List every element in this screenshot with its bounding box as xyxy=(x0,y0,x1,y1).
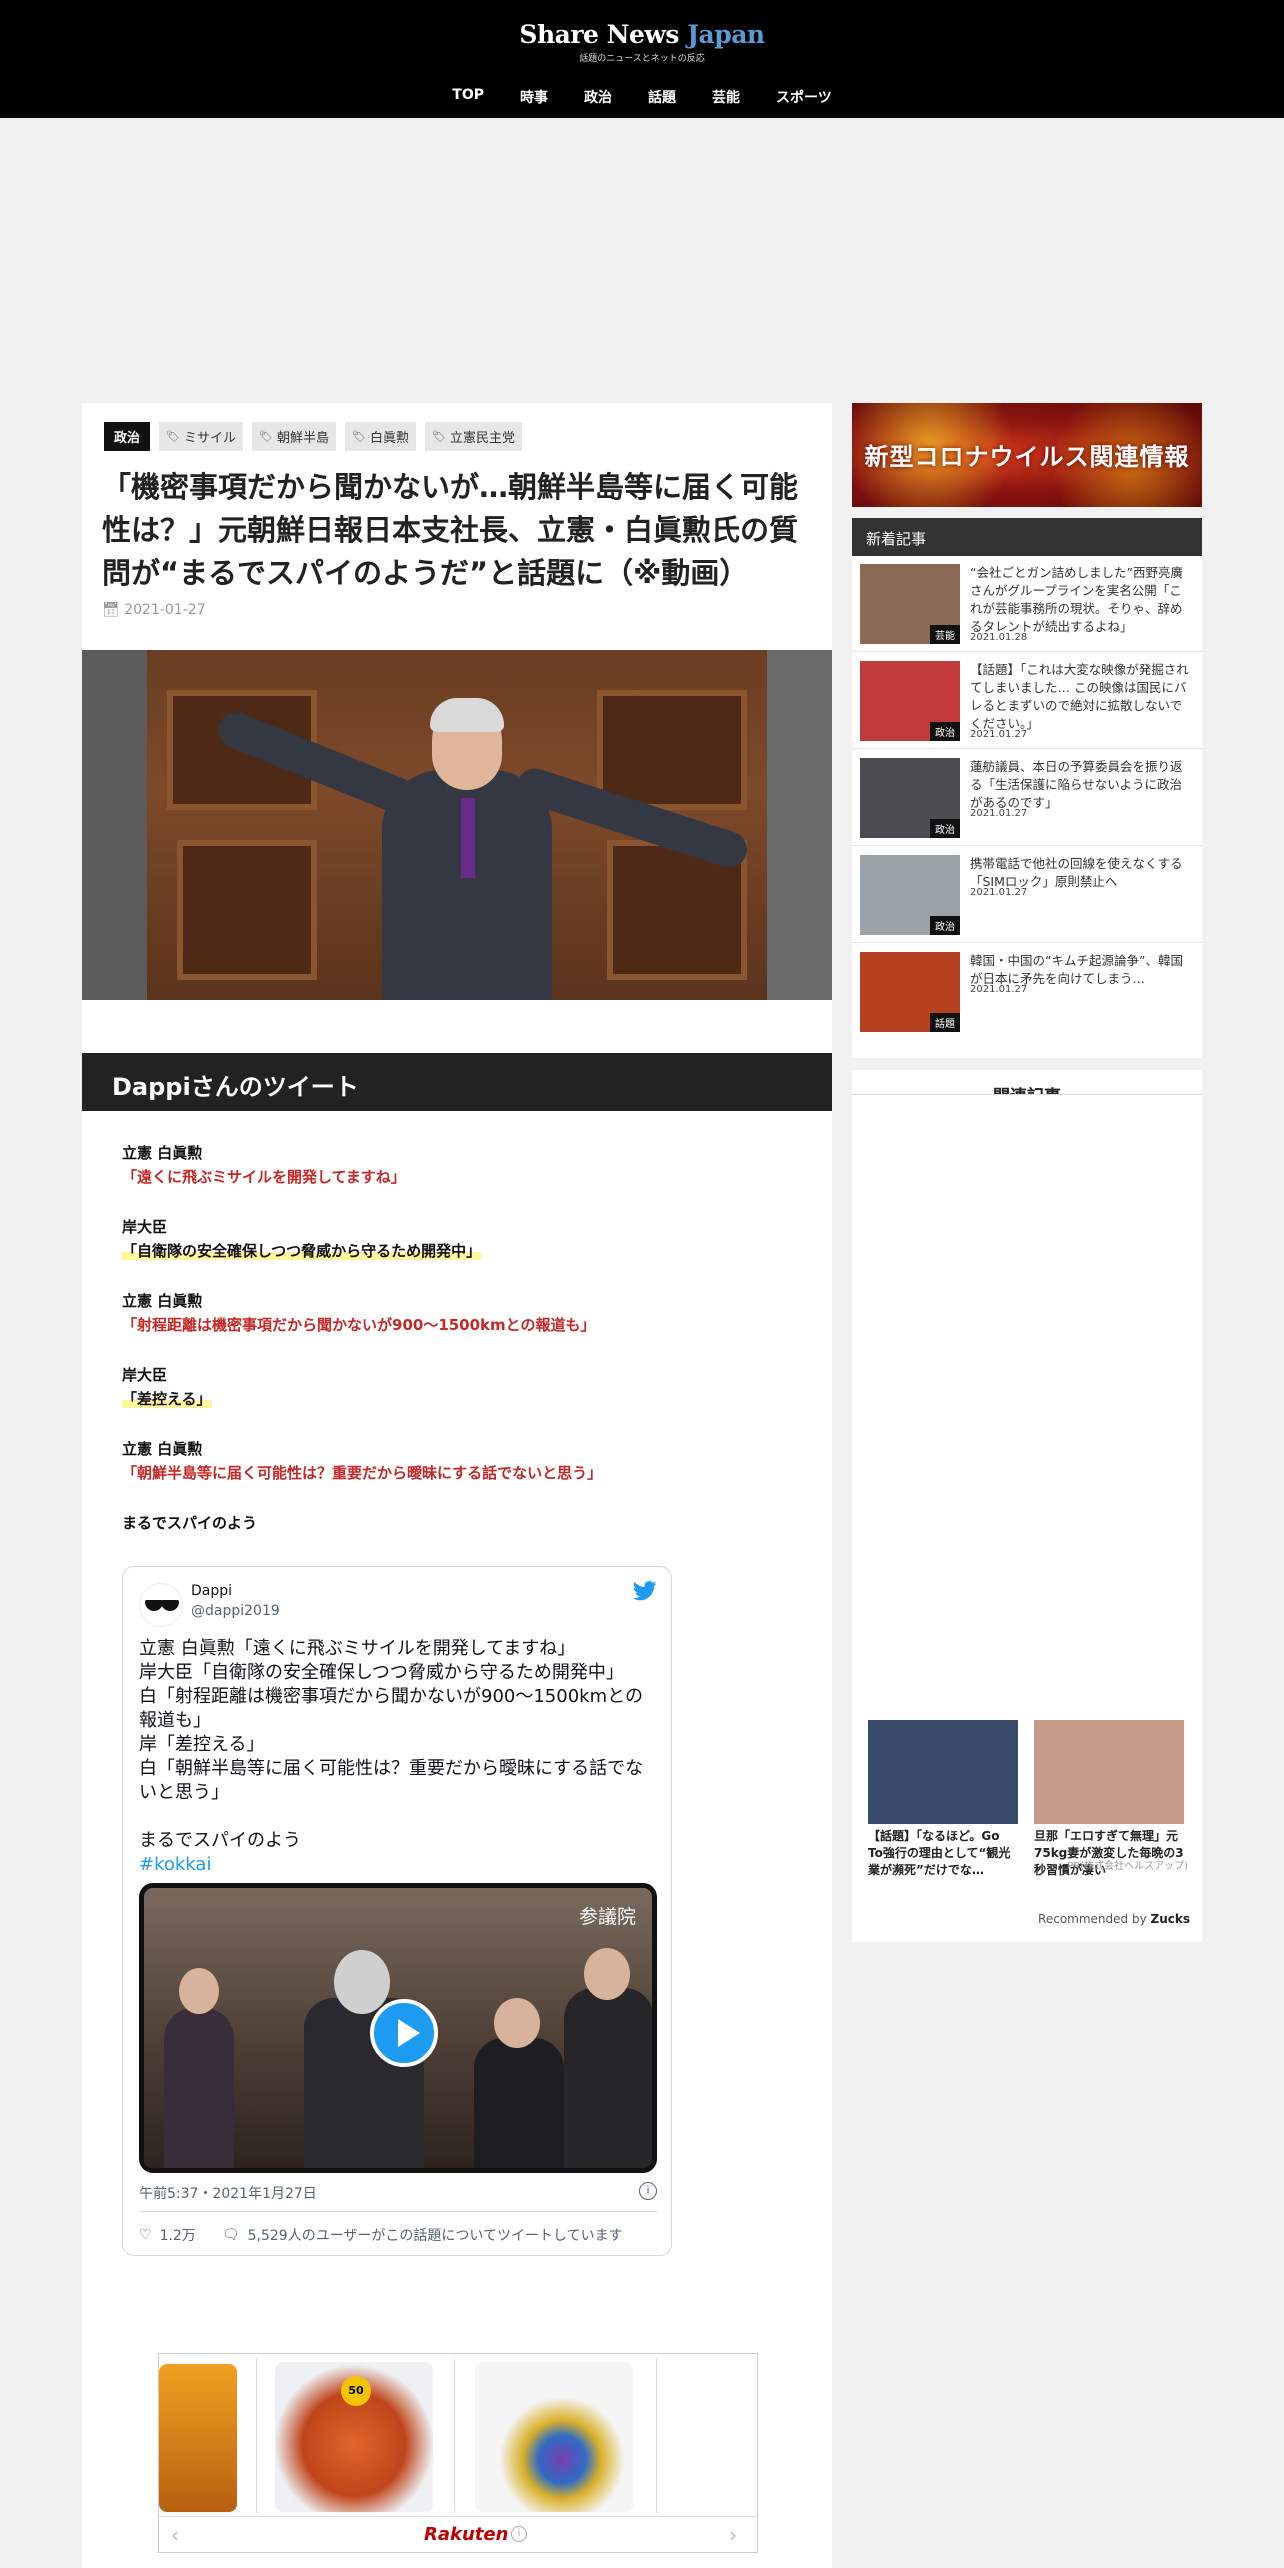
site-logo[interactable]: Share News Japan 話題のニュースとネットの反応 xyxy=(0,20,1284,64)
widget-heading: 新着記事 xyxy=(852,518,1202,556)
news-item[interactable]: 話題 韓国・中国の“キムチ起源論争”、韓国が日本に矛先を向けてしまう… 2021… xyxy=(852,944,1202,1040)
tag-icon: 🏷︎ xyxy=(259,430,273,443)
dialog-speaker: 岸大臣 xyxy=(122,1366,168,1384)
dialog-closing: まるでスパイのよう xyxy=(122,1514,258,1532)
article-date: 📅︎ 2021-01-27 xyxy=(102,602,206,618)
zucks-logo: Zucks xyxy=(1150,1912,1190,1926)
covid-info-banner[interactable]: 新型コロナウイルス関連情報 xyxy=(852,403,1202,507)
discussion-link[interactable]: 🗨︎ 5,529人のユーザーがこの話題についてツイートしています xyxy=(222,2225,623,2245)
site-header: Share News Japan 話題のニュースとネットの反応 TOP 時事 政… xyxy=(0,0,1284,118)
calendar-icon: 📅︎ xyxy=(102,602,125,618)
recommended-by[interactable]: Recommended by Zucks xyxy=(1038,1912,1190,1926)
dialog-transcript: 立憲 白眞勲 「遠くに飛ぶミサイルを開発してますね」 岸大臣 「自衛隊の安全確保… xyxy=(122,1141,792,1535)
recommended-thumbnail xyxy=(1034,1720,1184,1824)
news-thumbnail: 政治 xyxy=(860,855,960,935)
recommended-item[interactable]: 【話題】「なるほど。Go To強行の理由として“観光業が瀕死”だけでな… xyxy=(868,1720,1018,1879)
tag-korean-peninsula[interactable]: 🏷︎ 朝鮮半島 xyxy=(252,422,336,451)
news-item[interactable]: 政治 蓮舫議員、本日の予算委員会を振り返る「生活保護に陥らせないように政治がある… xyxy=(852,750,1202,846)
rakuten-logo[interactable]: Rakuten xyxy=(424,2524,508,2545)
tag-missile[interactable]: 🏷︎ ミサイル xyxy=(159,422,243,451)
news-thumbnail: 政治 xyxy=(860,758,960,838)
recommended-item[interactable]: 旦那「エロすぎて無理」元75kg妻が激変した毎晩の3秒習慣が凄い xyxy=(1034,1720,1184,1879)
dialog-quote: 「遠くに飛ぶミサイルを開発してますね」 xyxy=(122,1168,406,1186)
tag-haku-shinkun[interactable]: 🏷︎ 白眞勲 xyxy=(344,422,416,451)
nav-sports[interactable]: スポーツ xyxy=(758,87,850,107)
dialog-quote: 「差控える」 xyxy=(122,1390,212,1408)
news-item[interactable]: 芸能 “会社ごとガン詰めしました”西野亮廣さんがグループラインを実名公開「これが… xyxy=(852,556,1202,652)
dialog-speaker: 岸大臣 xyxy=(122,1218,168,1236)
dialog-quote: 「射程距離は機密事項だから聞かないが900～1500kmとの報道も」 xyxy=(122,1316,596,1334)
dialog-quote: 「自衛隊の安全確保しつつ脅威から守るため開発中」 xyxy=(122,1242,482,1260)
info-icon[interactable]: i xyxy=(639,2182,657,2200)
twitter-bird-icon[interactable] xyxy=(633,1581,657,1601)
main-nav: TOP 時事 政治 話題 芸能 スポーツ xyxy=(0,87,1284,107)
logo-main-text: Share News xyxy=(519,20,688,49)
play-icon[interactable] xyxy=(370,1999,438,2067)
rakuten-ad[interactable]: 50 ‹ Rakuten i › xyxy=(158,2353,758,2553)
news-item[interactable]: 政治 携帯電話で他社の回線を使えなくする「SIMロック」原則禁止へ 2021.0… xyxy=(852,847,1202,943)
chevron-right-icon[interactable]: › xyxy=(729,2523,737,2547)
info-icon[interactable]: i xyxy=(511,2526,527,2542)
tag-icon: 🏷︎ xyxy=(351,430,366,443)
like-button[interactable]: ♡ 1.2万 xyxy=(139,2225,196,2245)
comment-icon: 🗨︎ xyxy=(221,2227,240,2243)
tweet-actions: ♡ 1.2万 🗨︎ 5,529人のユーザーがこの話題についてツイートしています xyxy=(139,2225,623,2245)
heart-icon: ♡ xyxy=(139,2227,152,2243)
ad-badge: 50 xyxy=(341,2376,371,2406)
related-articles-widget: 関連記事 【話題】「なるほど。Go To強行の理由として“観光業が瀕死”だけでな… xyxy=(852,1070,1202,1942)
tweet-text: 立憲 白眞勲「遠くに飛ぶミサイルを開発してますね」 岸大臣「自衛隊の安全確保しつ… xyxy=(139,1637,659,1877)
logo-subtitle: 話題のニュースとネットの反応 xyxy=(579,54,705,64)
chevron-left-icon[interactable]: ‹ xyxy=(171,2523,179,2547)
tag-icon: 🏷︎ xyxy=(166,430,180,443)
tag-list: 政治 🏷︎ ミサイル 🏷︎ 朝鮮半島 🏷︎ 白眞勲 🏷︎ 立憲民主党 xyxy=(104,422,522,451)
tweet-hashtag[interactable]: #kokkai xyxy=(139,1853,659,1877)
section-heading: Dappiさんのツイート xyxy=(82,1053,832,1111)
news-item[interactable]: 政治 【話題】「これは大変な映像が発掘されてしまいました… この映像は国民にバレ… xyxy=(852,653,1202,749)
nav-top[interactable]: TOP xyxy=(434,87,502,107)
nav-topics[interactable]: 話題 xyxy=(630,87,694,107)
nav-politics[interactable]: 政治 xyxy=(566,87,630,107)
news-thumbnail: 話題 xyxy=(860,952,960,1032)
tweet-embed[interactable]: Dappi @dappi2019 立憲 白眞勲「遠くに飛ぶミサイルを開発してます… xyxy=(122,1566,672,2256)
tweet-author-name[interactable]: Dappi xyxy=(191,1583,232,1599)
dialog-speaker: 立憲 白眞勲 xyxy=(122,1144,203,1162)
pr-label: PR(株式会社ヘルスアップ) xyxy=(1067,1861,1188,1872)
tweet-timestamp[interactable]: 午前5:37・2021年1月27日 xyxy=(139,2183,317,2203)
article-title: 「機密事項だから聞かないが…朝鮮半島等に届く可能性は？」元朝鮮日報日本支社長、立… xyxy=(102,470,799,590)
category-badge[interactable]: 政治 xyxy=(104,422,151,451)
tweet-video[interactable]: 参議院 xyxy=(139,1883,657,2173)
dialog-speaker: 立憲 白眞勲 xyxy=(122,1292,203,1310)
logo-accent-text: Japan xyxy=(687,20,765,49)
tag-cdp[interactable]: 🏷︎ 立憲民主党 xyxy=(424,422,522,451)
news-thumbnail: 芸能 xyxy=(860,564,960,644)
tweet-author-handle[interactable]: @dappi2019 xyxy=(191,1603,280,1619)
nav-current-affairs[interactable]: 時事 xyxy=(502,87,566,107)
dialog-speaker: 立憲 白眞勲 xyxy=(122,1440,203,1458)
hero-image xyxy=(82,650,832,1000)
new-articles-widget: 新着記事 芸能 “会社ごとガン詰めしました”西野亮廣さんがグループラインを実名公… xyxy=(852,518,1202,1058)
widget-heading: 関連記事 xyxy=(852,1082,1202,1094)
nav-entertainment[interactable]: 芸能 xyxy=(694,87,758,107)
news-thumbnail: 政治 xyxy=(860,661,960,741)
recommended-thumbnail xyxy=(868,1720,1018,1824)
dialog-quote: 「朝鮮半島等に届く可能性は？重要だから曖昧にする話でないと思う」 xyxy=(122,1464,603,1482)
article: 政治 🏷︎ ミサイル 🏷︎ 朝鮮半島 🏷︎ 白眞勲 🏷︎ 立憲民主党 「機密事項だから聞… xyxy=(82,403,832,2568)
avatar[interactable] xyxy=(139,1583,183,1627)
video-label: 参議院 xyxy=(578,1906,636,1928)
tag-icon: 🏷︎ xyxy=(431,430,446,443)
